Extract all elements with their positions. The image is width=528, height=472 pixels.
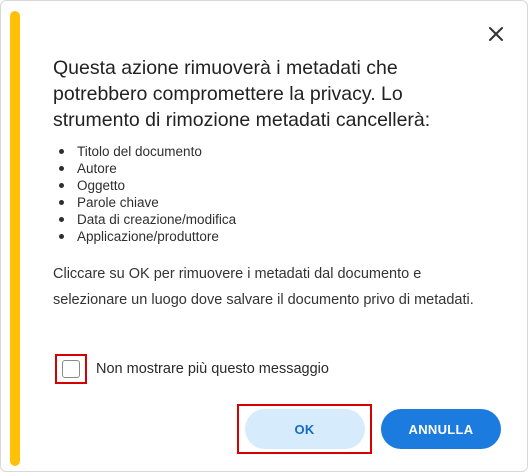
- metadata-list: Titolo del documento Autore Oggetto Paro…: [59, 143, 236, 245]
- list-item: Autore: [59, 160, 236, 177]
- list-item: Data di creazione/modifica: [59, 211, 236, 228]
- list-item: Oggetto: [59, 177, 236, 194]
- list-item-label: Data di creazione/modifica: [77, 212, 237, 227]
- cancel-button[interactable]: ANNULLA: [381, 409, 501, 449]
- list-item: Titolo del documento: [59, 143, 236, 160]
- bullet-icon: [59, 166, 64, 171]
- ok-button[interactable]: OK: [244, 409, 365, 449]
- list-item-label: Oggetto: [77, 178, 126, 193]
- bullet-icon: [59, 183, 64, 188]
- checkbox-highlight[interactable]: [55, 354, 87, 384]
- list-item: Applicazione/produttore: [59, 228, 236, 245]
- list-item-label: Titolo del documento: [77, 144, 202, 159]
- remove-metadata-dialog: Questa azione rimuoverà i metadati che p…: [0, 0, 528, 472]
- bullet-icon: [59, 217, 64, 222]
- bullet-icon: [59, 234, 64, 239]
- ok-button-highlight: OK: [237, 404, 372, 454]
- dont-show-again-checkbox[interactable]: [62, 360, 80, 378]
- list-item-label: Autore: [77, 161, 117, 176]
- dont-show-again-row: Non mostrare più questo messaggio: [55, 353, 329, 385]
- dialog-title: Questa azione rimuoverà i metadati che p…: [53, 57, 431, 131]
- bullet-icon: [59, 200, 64, 205]
- warning-accent-bar: [10, 11, 20, 466]
- bullet-icon: [59, 149, 64, 154]
- dont-show-again-label[interactable]: Non mostrare più questo messaggio: [96, 361, 329, 377]
- dialog-description: Cliccare su OK per rimuovere i metadati …: [53, 266, 474, 308]
- list-item-label: Applicazione/produttore: [77, 229, 219, 244]
- list-item-label: Parole chiave: [77, 195, 159, 210]
- close-button[interactable]: [483, 21, 509, 47]
- list-item: Parole chiave: [59, 194, 236, 211]
- close-icon: [489, 27, 503, 41]
